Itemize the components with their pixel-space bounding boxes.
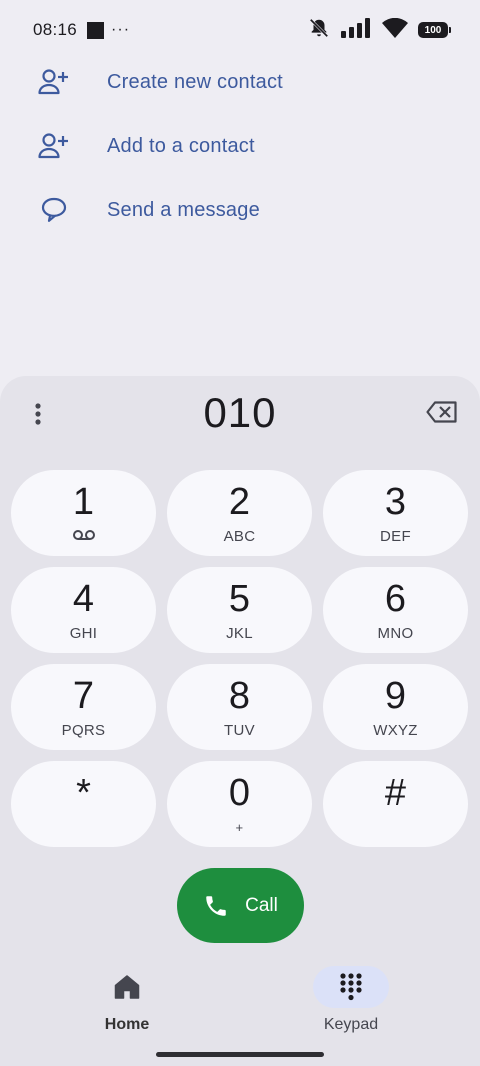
nav-keypad-label: Keypad: [323, 1016, 379, 1033]
notification-square-icon: [87, 21, 105, 39]
key-3[interactable]: 3 DEF: [323, 470, 468, 556]
phone-icon: [206, 895, 226, 916]
dialed-number[interactable]: 010: [203, 389, 276, 437]
key-letters: DEF: [380, 528, 411, 545]
key-digit: 6: [384, 578, 407, 620]
signal-icon: [340, 17, 372, 43]
nav-home[interactable]: Home: [67, 966, 187, 1034]
key-letters: PQRS: [61, 722, 106, 739]
action-label: Send a message: [107, 198, 260, 221]
action-label: Add to a contact: [107, 134, 255, 157]
key-digit: 0: [228, 772, 251, 814]
key-letters: ABC: [223, 528, 256, 545]
person-add-icon: [38, 66, 70, 98]
backspace-button[interactable]: [422, 396, 462, 428]
key-letters: TUV: [224, 722, 255, 739]
key-letters: MNO: [377, 625, 414, 642]
key-digit: #: [384, 772, 407, 814]
home-icon: [114, 975, 140, 999]
key-digit: 8: [228, 675, 251, 717]
key-1[interactable]: 1: [11, 470, 156, 556]
message-icon: [38, 194, 70, 226]
keypad-grid: 1 2 ABC 3 DEF 4 GHI 5 JKL 6 MNO 7 PQRS 8…: [11, 470, 469, 847]
gesture-navigation-bar[interactable]: [156, 1052, 324, 1057]
key-9[interactable]: 9 WXYZ: [323, 664, 468, 750]
backspace-icon: [426, 401, 457, 423]
key-star[interactable]: *: [11, 761, 156, 847]
wifi-icon: [382, 17, 408, 43]
call-label: Call: [245, 894, 278, 916]
key-0[interactable]: 0 +: [167, 761, 312, 847]
send-message-action[interactable]: Send a message: [0, 178, 480, 242]
status-icons: 100: [308, 17, 451, 44]
create-new-contact-action[interactable]: Create new contact: [0, 50, 480, 114]
key-hash[interactable]: #: [323, 761, 468, 847]
action-label: Create new contact: [107, 70, 283, 93]
status-time: 08:16: [33, 20, 78, 39]
key-5[interactable]: 5 JKL: [167, 567, 312, 653]
battery-icon: 100: [418, 22, 451, 38]
key-4[interactable]: 4 GHI: [11, 567, 156, 653]
key-digit: *: [76, 772, 91, 814]
person-add-icon: [38, 130, 70, 162]
key-digit: 4: [72, 578, 95, 620]
key-8[interactable]: 8 TUV: [167, 664, 312, 750]
notifications-off-icon: [308, 17, 330, 44]
dialpad-icon: [340, 973, 362, 1001]
key-digit: 1: [72, 481, 95, 523]
key-letters: GHI: [69, 625, 98, 642]
key-2[interactable]: 2 ABC: [167, 470, 312, 556]
nav-keypad[interactable]: Keypad: [291, 966, 411, 1034]
bottom-navigation: Home Keypad: [0, 966, 480, 1066]
key-digit: 5: [228, 578, 251, 620]
add-to-contact-action[interactable]: Add to a contact: [0, 114, 480, 178]
nav-home-pill: [89, 966, 165, 1008]
key-letters: JKL: [226, 625, 253, 642]
key-digit: 9: [384, 675, 407, 717]
voicemail-icon: [72, 528, 96, 546]
key-6[interactable]: 6 MNO: [323, 567, 468, 653]
dialed-number-row: 010: [0, 376, 480, 450]
dialpad-sheet: 010 1 2 ABC 3 DEF 4 GHI 5 JKL 6 MNO 7 PQ…: [0, 376, 480, 1066]
nav-keypad-pill: [313, 966, 389, 1008]
suggestion-actions: Create new contact Add to a contact Send…: [0, 50, 480, 242]
call-button[interactable]: Call: [177, 868, 304, 943]
nav-home-label: Home: [104, 1016, 150, 1033]
key-digit: 3: [384, 481, 407, 523]
key-digit: 2: [228, 481, 251, 523]
key-letters: WXYZ: [373, 722, 418, 739]
more-notifications-indicator: ···: [111, 21, 131, 38]
key-digit: 7: [72, 675, 95, 717]
key-7[interactable]: 7 PQRS: [11, 664, 156, 750]
key-letters: +: [235, 820, 244, 835]
